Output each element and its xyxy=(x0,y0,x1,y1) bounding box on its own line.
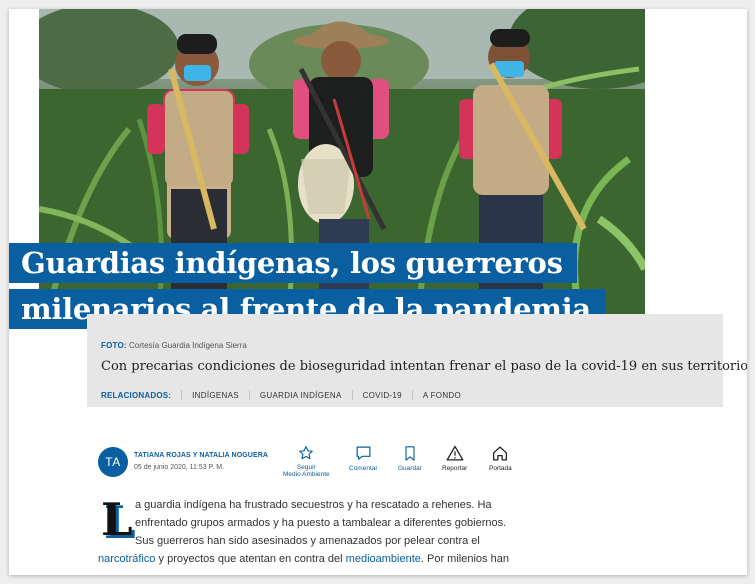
link-narcotrafico[interactable]: narcotráfico xyxy=(98,553,155,565)
body-line-4-end: . Por milenios han xyxy=(420,553,509,565)
divider xyxy=(248,390,250,400)
body-line-1: a guardia indígena ha frustrado secuestr… xyxy=(135,499,492,511)
bookmark-icon xyxy=(405,446,415,461)
drop-cap: L xyxy=(101,493,133,546)
comment-label: Comentar xyxy=(349,465,378,472)
home-icon xyxy=(493,446,508,461)
related-tag-indigenas[interactable]: INDÍGENAS xyxy=(192,391,239,400)
headline-line-1: Guardias indígenas, los guerreros xyxy=(9,243,577,283)
caption-box: FOTO: Cortesía Guardia Indígena Sierra C… xyxy=(87,314,747,407)
report-label: Reportar xyxy=(442,465,468,472)
body-line-4: narcotráfico y proyectos que atentan en … xyxy=(98,552,509,566)
star-icon xyxy=(299,446,314,460)
author-avatar[interactable]: TA xyxy=(98,447,128,477)
photo-credit-label: FOTO: xyxy=(101,341,127,350)
related-tag-a-fondo[interactable]: A FONDO xyxy=(423,391,461,400)
warning-icon xyxy=(446,445,464,461)
body-line-4-mid: y proyectos que atentan en contra del xyxy=(155,553,346,565)
related-tag-guardia-indigena[interactable]: GUARDIA INDÍGENA xyxy=(260,391,342,400)
related-tags: RELACIONADOS: INDÍGENAS GUARDIA INDÍGENA… xyxy=(101,390,461,400)
divider xyxy=(411,390,413,400)
report-button[interactable]: Reportar xyxy=(442,445,467,472)
article-card: Guardias indígenas, los guerreros milena… xyxy=(9,9,747,575)
comment-button[interactable]: Comentar xyxy=(349,445,378,472)
publish-date: 05 de junio 2020, 11:53 P. M. xyxy=(134,464,225,471)
body-line-3: Sus guerreros han sido asesinados y amen… xyxy=(135,535,480,547)
home-label: Portada xyxy=(489,465,512,472)
link-medioambiente[interactable]: medioambiente xyxy=(346,553,421,565)
related-label: RELACIONADOS: xyxy=(101,390,172,400)
author-name[interactable]: TATIANA ROJAS Y NATALIA NOGUERA xyxy=(134,452,268,459)
divider xyxy=(351,390,353,400)
follow-topic-label: Medio Ambiente xyxy=(283,471,330,478)
comment-icon xyxy=(356,446,371,460)
photo-credit: FOTO: Cortesía Guardia Indígena Sierra xyxy=(101,341,247,350)
related-tag-covid-19[interactable]: COVID-19 xyxy=(363,391,402,400)
body-line-2: enfrentado grupos armados y ha puesto a … xyxy=(135,517,507,529)
photo-credit-text: Cortesía Guardia Indígena Sierra xyxy=(128,341,247,350)
save-button[interactable]: Guardar xyxy=(398,445,422,472)
save-label: Guardar xyxy=(398,465,422,472)
divider xyxy=(181,390,183,400)
follow-topic-button[interactable]: Seguir Medio Ambiente xyxy=(283,445,330,478)
follow-label: Seguir xyxy=(296,464,316,471)
article-subtitle: Con precarias condiciones de biosegurida… xyxy=(101,359,747,374)
home-button[interactable]: Portada xyxy=(489,445,512,472)
